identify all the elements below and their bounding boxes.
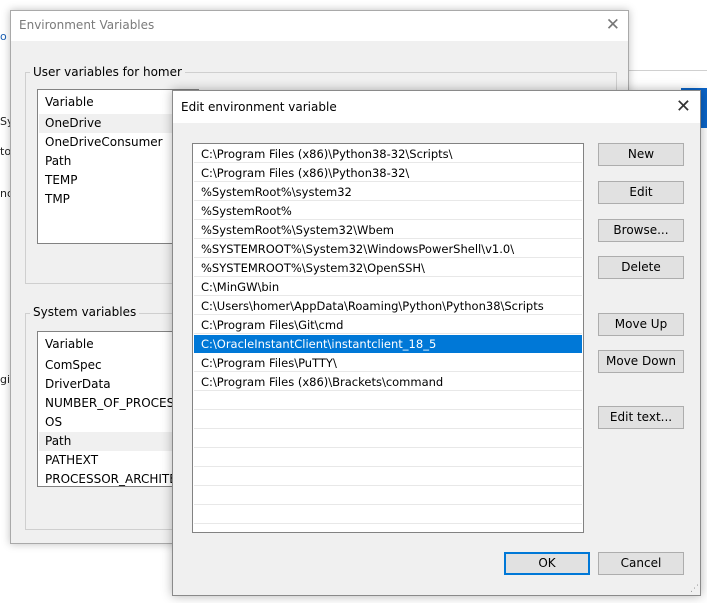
empty-row[interactable]	[194, 506, 582, 524]
cancel-button[interactable]: Cancel	[598, 552, 684, 575]
path-item[interactable]: C:\Program Files (x86)\Python38-32\Scrip…	[194, 145, 582, 163]
title-bar: Edit environment variable ✕	[173, 91, 700, 123]
close-icon[interactable]: ✕	[676, 96, 691, 117]
title-bar: Environment Variables ✕	[11, 11, 628, 41]
ok-button[interactable]: OK	[504, 552, 590, 575]
new-button[interactable]: New	[598, 143, 684, 166]
path-item[interactable]: C:\MinGW\bin	[194, 278, 582, 296]
path-item[interactable]: %SYSTEMROOT%\System32\OpenSSH\	[194, 259, 582, 277]
edit-text-button[interactable]: Edit text...	[598, 406, 684, 429]
empty-row[interactable]	[194, 430, 582, 448]
path-item[interactable]: C:\Program Files (x86)\Python38-32\	[194, 164, 582, 182]
empty-row[interactable]	[194, 392, 582, 410]
variable-column-header[interactable]: Variable	[45, 337, 94, 351]
path-item[interactable]: C:\Program Files\Git\cmd	[194, 316, 582, 334]
path-item[interactable]: %SystemRoot%\system32	[194, 183, 582, 201]
background-fragment: gi	[0, 373, 11, 386]
dialog-title: Edit environment variable	[181, 100, 337, 114]
resize-grip-icon[interactable]: ⋰	[690, 584, 699, 594]
variable-column-header[interactable]: Variable	[45, 95, 94, 109]
background-fragment: o	[0, 30, 7, 43]
close-icon[interactable]: ✕	[606, 15, 620, 35]
empty-row[interactable]	[194, 411, 582, 429]
empty-row[interactable]	[194, 468, 582, 486]
path-list[interactable]: C:\Program Files (x86)\Python38-32\Scrip…	[192, 143, 584, 533]
path-item[interactable]: %SystemRoot%	[194, 202, 582, 220]
user-variables-label: User variables for homer	[30, 65, 185, 79]
delete-button[interactable]: Delete	[598, 256, 684, 279]
move-down-button[interactable]: Move Down	[598, 350, 684, 373]
move-up-button[interactable]: Move Up	[598, 313, 684, 336]
path-item[interactable]: %SystemRoot%\System32\Wbem	[194, 221, 582, 239]
empty-row[interactable]	[194, 487, 582, 505]
dialog-title: Environment Variables	[19, 18, 155, 32]
edit-button[interactable]: Edit	[598, 181, 684, 204]
path-item-selected[interactable]: C:\OracleInstantClient\instantclient_18_…	[194, 335, 582, 353]
background-divider	[628, 70, 707, 71]
empty-row[interactable]	[194, 449, 582, 467]
path-item[interactable]: C:\Program Files\PuTTY\	[194, 354, 582, 372]
system-variables-label: System variables	[30, 305, 140, 319]
edit-environment-variable-dialog: Edit environment variable ✕ C:\Program F…	[172, 90, 701, 596]
browse-button[interactable]: Browse...	[598, 219, 684, 242]
path-item[interactable]: %SYSTEMROOT%\System32\WindowsPowerShell\…	[194, 240, 582, 258]
path-item[interactable]: C:\Users\homer\AppData\Roaming\Python\Py…	[194, 297, 582, 315]
path-item[interactable]: C:\Program Files (x86)\Brackets\command	[194, 373, 582, 391]
